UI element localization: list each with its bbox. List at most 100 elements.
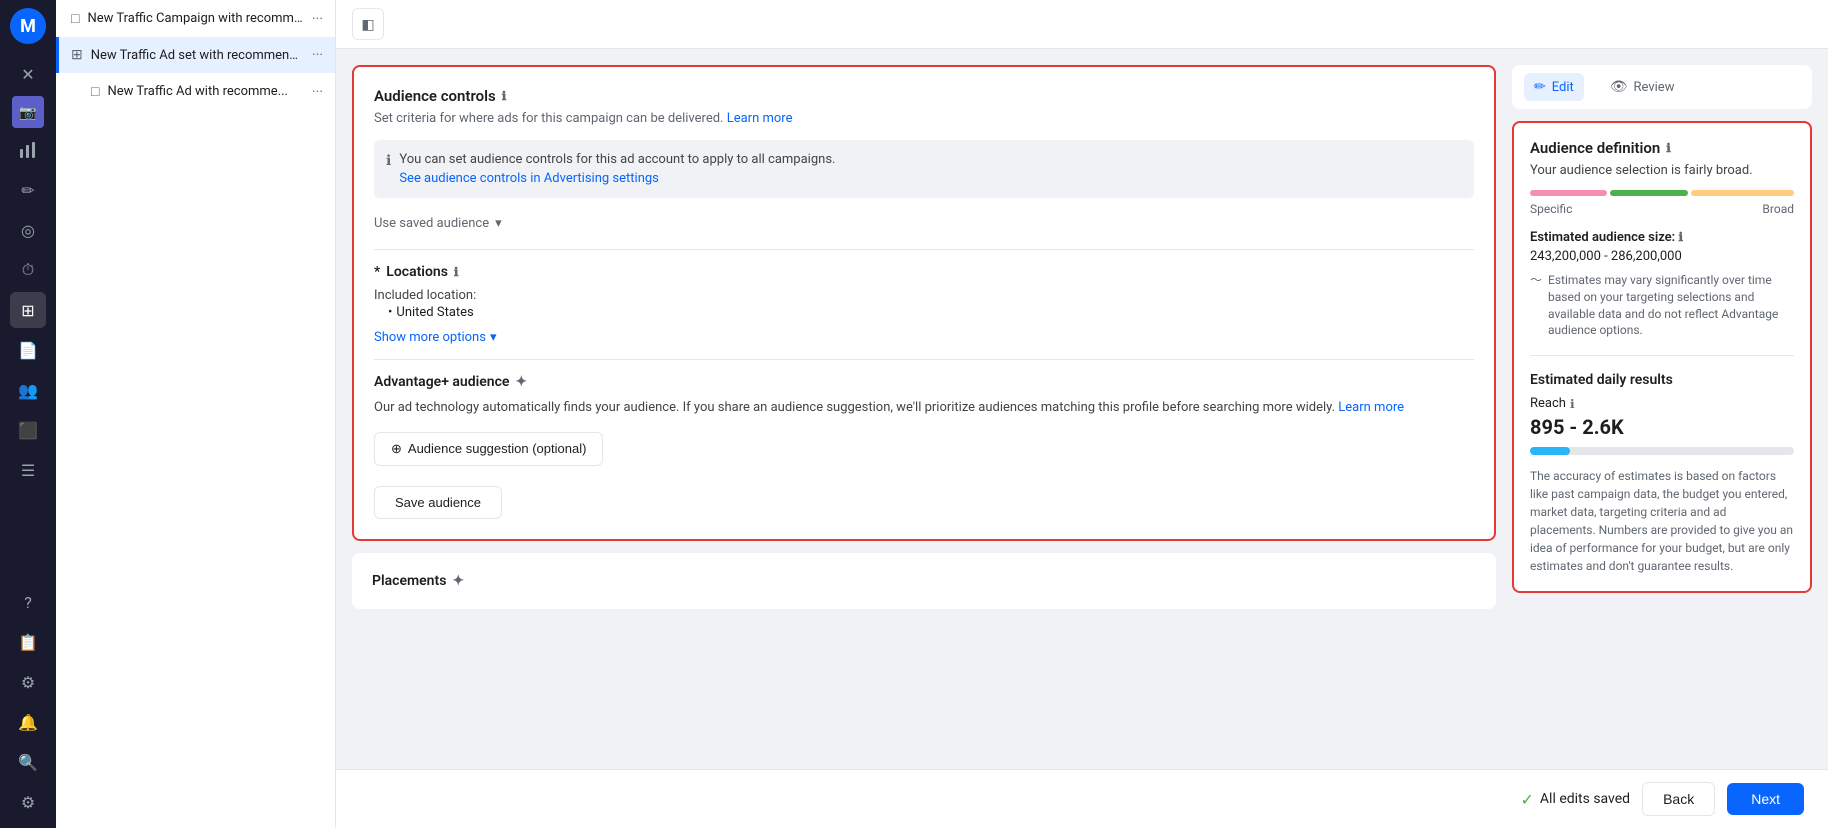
- broad-label: Broad: [1762, 202, 1794, 216]
- placements-plus-icon: ✦: [452, 573, 464, 589]
- reach-note: The accuracy of estimates is based on fa…: [1530, 467, 1794, 575]
- specific-label: Specific: [1530, 202, 1572, 216]
- location-value: •United States: [388, 305, 1474, 320]
- advantage-title: Advantage+ audience ✦: [374, 374, 1474, 390]
- audience-controls-info-icon[interactable]: ℹ: [502, 89, 507, 103]
- reach-bar-container: [1530, 447, 1794, 455]
- trend-icon: 〜: [1530, 272, 1542, 339]
- breadth-middle-segment: [1610, 190, 1687, 196]
- divider2: [374, 359, 1474, 360]
- bottom-bar: ✓ All edits saved Back Next: [336, 769, 1828, 828]
- audience-controls-card: Audience controls ℹ Set criteria for whe…: [352, 65, 1496, 541]
- gear-icon[interactable]: ⚙: [10, 784, 46, 820]
- info-box-icon: ℹ: [386, 153, 391, 169]
- pencil-icon[interactable]: ✏: [10, 172, 46, 208]
- edit-tab[interactable]: ✏ Edit: [1524, 73, 1584, 101]
- breadth-broad-segment: [1691, 190, 1794, 196]
- edit-tab-icon: ✏: [1534, 79, 1546, 95]
- advantage-description: Our ad technology automatically finds yo…: [374, 398, 1474, 418]
- ad-more-icon[interactable]: ···: [312, 84, 323, 100]
- breadth-labels: Specific Broad: [1530, 202, 1794, 216]
- adset-label: New Traffic Ad set with recommend...: [91, 48, 304, 63]
- help-icon[interactable]: ?: [10, 584, 46, 620]
- main-content: ◧ Audience controls ℹ Set criteria for w…: [336, 0, 1828, 828]
- top-toolbar: ◧: [336, 0, 1828, 49]
- meta-logo: M: [10, 8, 46, 44]
- nav-item-campaign[interactable]: □ New Traffic Campaign with recommend...…: [56, 0, 335, 37]
- breadth-specific-segment: [1530, 190, 1607, 196]
- reach-label: Reach ℹ: [1530, 396, 1794, 411]
- plus-circle-icon: ⊕: [391, 441, 402, 457]
- campaign-more-icon[interactable]: ···: [312, 11, 323, 27]
- bell-icon[interactable]: 🔔: [10, 704, 46, 740]
- close-icon[interactable]: ✕: [10, 56, 46, 92]
- estimated-note: 〜 Estimates may vary significantly over …: [1530, 272, 1794, 339]
- form-column: Audience controls ℹ Set criteria for whe…: [352, 65, 1496, 753]
- clock-icon[interactable]: ⏱: [10, 252, 46, 288]
- adset-more-icon[interactable]: ···: [312, 47, 323, 63]
- sidebar: M ✕ 📷 ✏ ◎ ⏱ ⊞ 📄 👥 ⬛ ☰ ? 📋 ⚙ 🔔 🔍 ⚙: [0, 0, 56, 828]
- reach-value: 895 - 2.6K: [1530, 415, 1794, 439]
- right-column: ✏ Edit 👁 Review Audience definition ℹ Yo…: [1512, 65, 1812, 753]
- all-edits-saved-status: ✓ All edits saved: [1521, 790, 1631, 809]
- breadth-bar: [1530, 190, 1794, 196]
- review-tab[interactable]: 👁 Review: [1600, 73, 1685, 101]
- locations-info-icon[interactable]: ℹ: [454, 265, 459, 279]
- advantage-plus-icon: ✦: [515, 374, 527, 390]
- learn-more-link[interactable]: Learn more: [727, 111, 793, 126]
- advantage-section: Advantage+ audience ✦ Our ad technology …: [374, 374, 1474, 466]
- audience-definition-title: Audience definition ℹ: [1530, 139, 1794, 157]
- svg-text:📷: 📷: [19, 105, 36, 121]
- audience-breadth-desc: Your audience selection is fairly broad.: [1530, 163, 1794, 178]
- audience-definition-card: Audience definition ℹ Your audience sele…: [1512, 121, 1812, 593]
- grid-icon[interactable]: ⊞: [10, 292, 46, 328]
- document-icon[interactable]: 📄: [10, 332, 46, 368]
- save-audience-button[interactable]: Save audience: [374, 486, 502, 519]
- reach-info-icon[interactable]: ℹ: [1570, 397, 1575, 411]
- advertising-settings-link[interactable]: See audience controls in Advertising set…: [399, 171, 835, 186]
- placements-card: Placements ✦: [352, 553, 1496, 609]
- notes-icon[interactable]: 📋: [10, 624, 46, 660]
- info-box: ℹ You can set audience controls for this…: [374, 140, 1474, 198]
- audience-controls-title: Audience controls ℹ: [374, 87, 1474, 105]
- estimated-audience-info-icon[interactable]: ℹ: [1678, 230, 1683, 244]
- show-more-options-link[interactable]: Show more options ▾: [374, 330, 1474, 345]
- layers-icon[interactable]: ⬛: [10, 412, 46, 448]
- settings-icon[interactable]: ⚙: [10, 664, 46, 700]
- ad-label: New Traffic Ad with recomme...: [107, 84, 304, 99]
- edit-review-tabs: ✏ Edit 👁 Review: [1512, 65, 1812, 109]
- dropdown-chevron-icon: ▾: [495, 216, 502, 231]
- panel-toggle-button[interactable]: ◧: [352, 8, 384, 40]
- nav-panel: □ New Traffic Campaign with recommend...…: [56, 0, 336, 828]
- people-icon[interactable]: 👥: [10, 372, 46, 408]
- review-tab-icon: 👁: [1610, 79, 1628, 95]
- estimated-daily-results: Estimated daily results Reach ℹ 895 - 2.…: [1530, 355, 1794, 575]
- back-button[interactable]: Back: [1642, 782, 1715, 816]
- divider: [374, 249, 1474, 250]
- audience-suggestion-button[interactable]: ⊕ Audience suggestion (optional): [374, 432, 603, 466]
- advantage-learn-more-link[interactable]: Learn more: [1338, 400, 1404, 415]
- nav-item-adset[interactable]: ⊞ New Traffic Ad set with recommend... ·…: [56, 37, 335, 73]
- campaign-label: New Traffic Campaign with recommend...: [87, 11, 304, 26]
- use-saved-audience-dropdown[interactable]: Use saved audience ▾: [374, 212, 1474, 235]
- check-icon: ✓: [1521, 790, 1534, 809]
- daily-results-title: Estimated daily results: [1530, 372, 1794, 388]
- search-icon[interactable]: 🔍: [10, 744, 46, 780]
- chart-icon[interactable]: [10, 132, 46, 168]
- reach-bar-fill: [1530, 447, 1570, 455]
- locations-label: * Locations ℹ: [374, 264, 1474, 280]
- audience-def-info-icon[interactable]: ℹ: [1666, 141, 1671, 155]
- circle-icon[interactable]: ◎: [10, 212, 46, 248]
- menu-icon[interactable]: ☰: [10, 452, 46, 488]
- chevron-down-icon: ▾: [490, 330, 497, 345]
- avatar[interactable]: 📷: [12, 96, 44, 128]
- estimated-audience-label: Estimated audience size: ℹ: [1530, 230, 1794, 245]
- adset-icon: ⊞: [71, 47, 83, 63]
- campaign-icon: □: [71, 10, 79, 27]
- included-location-label: Included location:: [374, 288, 1474, 303]
- estimated-audience-value: 243,200,000 - 286,200,000: [1530, 249, 1794, 264]
- ad-icon: □: [91, 83, 99, 100]
- nav-item-ad[interactable]: □ New Traffic Ad with recomme... ···: [56, 73, 335, 110]
- next-button[interactable]: Next: [1727, 783, 1804, 815]
- audience-controls-subtitle: Set criteria for where ads for this camp…: [374, 111, 1474, 126]
